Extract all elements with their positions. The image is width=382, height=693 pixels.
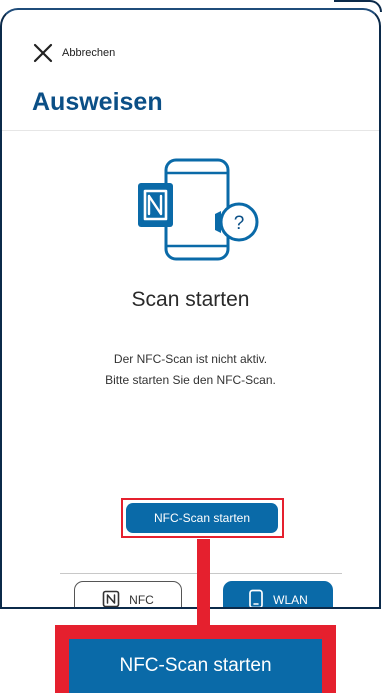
cancel-button[interactable]: Abbrechen	[32, 42, 115, 64]
start-nfc-scan-button[interactable]: NFC-Scan starten	[126, 503, 278, 533]
window-corner	[334, 0, 382, 12]
wlan-mode-button[interactable]: WLAN	[223, 581, 333, 607]
close-icon	[32, 42, 54, 64]
screen: Abbrechen Ausweisen ? Scan starten Der N…	[0, 0, 382, 693]
scan-heading: Scan starten	[131, 288, 250, 311]
scan-description: Der NFC-Scan ist nicht aktiv. Bitte star…	[2, 349, 379, 391]
page-title: Ausweisen	[32, 88, 163, 116]
highlight-connector	[197, 539, 210, 639]
wlan-mode-label: WLAN	[273, 593, 308, 607]
highlight-callout: NFC-Scan starten	[55, 625, 336, 693]
nfc-phone-question-icon: ?	[136, 158, 260, 262]
scan-description-line-1: Der NFC-Scan ist nicht aktiv.	[113, 352, 268, 366]
nfc-icon	[102, 590, 120, 608]
scan-description-line-2: Bitte starten Sie den NFC-Scan.	[105, 373, 276, 387]
callout-label: NFC-Scan starten	[69, 639, 322, 693]
smartphone-icon	[248, 589, 264, 607]
nfc-mode-button[interactable]: NFC	[74, 581, 182, 608]
nfc-mode-label: NFC	[129, 593, 154, 607]
question-mark: ?	[234, 213, 245, 234]
cancel-label: Abbrechen	[62, 47, 116, 59]
header: Abbrechen Ausweisen	[2, 10, 379, 131]
